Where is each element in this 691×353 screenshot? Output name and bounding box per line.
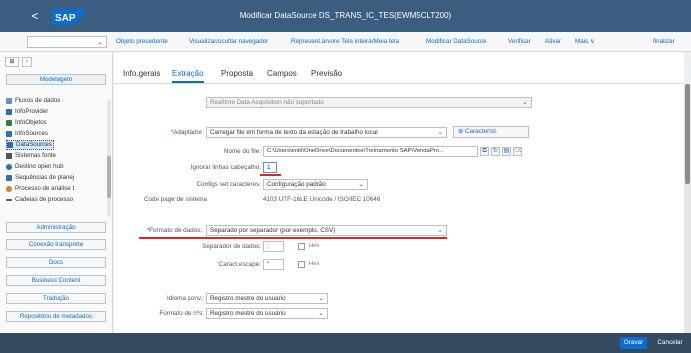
toggle-navigator-button[interactable]: Visualizar/ocultar navegador (189, 38, 268, 45)
chevron-down-icon: ⌄ (97, 39, 103, 46)
annotation-underline (260, 174, 281, 176)
separator-input[interactable]: ; (263, 241, 284, 252)
check-button[interactable]: Verificar (508, 38, 531, 45)
infoprovider-icon (6, 109, 12, 115)
infoobject-icon (6, 120, 12, 126)
nav-item-datasources[interactable]: DataSources (6, 140, 54, 150)
realtime-select[interactable]: Realtime Data Acquisition não suportado … (206, 97, 532, 108)
infosource-icon (6, 131, 12, 137)
dataflow-icon (6, 98, 12, 104)
format-select[interactable]: Separado por separador (por exemplo, CSV… (206, 225, 447, 236)
analysis-icon (6, 186, 12, 192)
save-button[interactable]: Gravar (620, 337, 647, 349)
filename-actions: ⧉ ↻ ▤ ⌫ (480, 147, 530, 156)
folder-icon[interactable]: ▤ (502, 147, 511, 156)
number-format-label: Formato de nºs: (159, 310, 204, 317)
codepage-value: 4103 UTF-16LE Unicode / ISO/IEC 10646 (263, 196, 381, 203)
separator-label: Separador de dados: (202, 243, 261, 250)
language-label: Idioma conv.: (167, 295, 204, 302)
main-content: Info.gerais Extração Proposta Campos Pre… (114, 52, 684, 333)
more-menu[interactable]: Mais ∨ (575, 38, 595, 45)
chevron-down-icon: ⌄ (318, 295, 324, 302)
adapter-label: *Adaptador: (170, 129, 204, 136)
ignore-header-label: Ignorar linhas cabeçalho: (190, 164, 261, 171)
escape-label: Caract.escape: (218, 261, 261, 268)
window-title: Modificar DataSource DS_TRANS_IC_TES(EWM… (239, 11, 452, 20)
codepage-label: Code page de sistema (144, 196, 208, 203)
tree-fullscreen-button[interactable]: Represent.árvore Tela inteira/Meia tela (291, 38, 399, 45)
nav-translation-button[interactable]: Tradução (6, 293, 106, 304)
chevron-down-icon: ⌄ (318, 310, 324, 317)
nav-transport-button[interactable]: Conexão transporte (6, 239, 106, 250)
previous-object-button[interactable]: Objeto precedente (116, 38, 168, 45)
tab-bar: Info.gerais Extração Proposta Campos Pre… (114, 52, 684, 84)
shell-header: < SAP Modificar DataSource DS_TRANS_IC_T… (0, 0, 691, 32)
nav-metadata-repository-button[interactable]: Repositório de metadados (6, 311, 106, 322)
format-label: *Formato de dados: (146, 227, 202, 234)
processchain-icon (6, 199, 12, 201)
nav-item-infosources[interactable]: InfoSources (6, 129, 48, 139)
modify-datasource-button[interactable]: Modificar DataSource (426, 38, 487, 45)
escape-input[interactable]: " (263, 259, 284, 270)
separator-hex-label: Hex (309, 243, 320, 249)
openhub-icon (6, 164, 12, 170)
tab-proposal[interactable]: Proposta (221, 69, 253, 78)
filename-label: Nome do file: (223, 148, 261, 155)
tab-fields[interactable]: Campos (267, 69, 297, 78)
tab-extraction[interactable]: Extração (172, 69, 204, 83)
escape-hex-checkbox[interactable] (298, 261, 305, 268)
characteristics-button[interactable]: ⊕ Característ. (453, 126, 529, 138)
copy-icon[interactable]: ⧉ (480, 147, 489, 156)
nav-modeling-header[interactable]: Modelagem (6, 74, 106, 85)
adapter-select[interactable]: Carregar file em forma de texto da estaç… (206, 127, 447, 138)
cancel-button[interactable]: Cancelar (653, 337, 687, 349)
number-format-select[interactable]: Registro mestre do usuário ⌄ (206, 308, 328, 319)
glasses-icon: ⊕ (458, 128, 466, 135)
nav-business-content-button[interactable]: Business Content (6, 275, 106, 286)
escape-hex-label: Hex (309, 261, 320, 267)
nav-item-planning-sequences[interactable]: Sequências de planej (6, 173, 74, 183)
datasource-icon (7, 142, 13, 148)
chevron-down-icon: ⌄ (437, 129, 443, 136)
main-scrollbar-thumb[interactable] (685, 84, 690, 184)
nav-scrollbar[interactable] (107, 100, 111, 216)
nav-item-process-chains[interactable]: Cadeias de processo (6, 195, 73, 205)
sequence-icon (6, 175, 12, 181)
nav-tree: Fluxos de dados InfoProvider InfoObjetos… (6, 96, 106, 216)
nav-docs-button[interactable]: Docs (6, 257, 106, 268)
separator-hex-checkbox[interactable] (298, 243, 305, 250)
sourcesystem-icon (6, 153, 12, 159)
chevron-down-icon: ⌄ (437, 227, 443, 234)
main-scrollbar[interactable] (684, 84, 691, 333)
nav-scrollbar-thumb[interactable] (107, 156, 111, 198)
nav-collapse-icon[interactable]: ▫ (22, 57, 32, 67)
nav-administration-button[interactable]: Administração (6, 222, 106, 233)
navigator-panel: ⊞ ▫ Modelagem Fluxos de dados InfoProvid… (0, 52, 113, 353)
nav-item-infoobjects[interactable]: InfoObjetos (6, 118, 47, 128)
nav-item-analysis-process[interactable]: Processo de análise t (6, 184, 74, 194)
delete-icon[interactable]: ⌫ (513, 147, 522, 156)
charset-select[interactable]: Configuração padrão ⌄ (263, 179, 368, 190)
toolbar-command-field[interactable]: ⌄ (27, 36, 107, 48)
tab-preview[interactable]: Previsão (311, 69, 342, 78)
toolbar: ⌄ Objeto precedente Visualizar/ocultar n… (0, 32, 691, 52)
language-select[interactable]: Registro mestre do usuário ⌄ (206, 293, 328, 304)
nav-item-open-hub[interactable]: Destino open hub (6, 162, 64, 172)
annotation-underline (139, 237, 447, 239)
chevron-down-icon: ⌄ (522, 99, 528, 106)
tab-general-info[interactable]: Info.gerais (123, 69, 160, 78)
nav-item-dataflows[interactable]: Fluxos de dados (6, 96, 60, 106)
filename-input[interactable]: C:\Users\enkl\OneDrive\Documentos\Treina… (263, 146, 478, 157)
refresh-icon[interactable]: ↻ (491, 147, 500, 156)
chevron-down-icon: ⌄ (358, 181, 364, 188)
charset-label: Configs set caracteres: (196, 181, 261, 188)
ignore-header-input[interactable]: 1 (263, 162, 277, 173)
nav-item-infoprovider[interactable]: InfoProvider (6, 107, 48, 117)
activate-button[interactable]: Ativar (545, 38, 561, 45)
nav-layout-icon[interactable]: ⊞ (5, 57, 19, 67)
footer-bar: Gravar Cancelar (0, 333, 691, 353)
exit-button[interactable]: finalizar (653, 38, 675, 45)
nav-item-source-systems[interactable]: Sistemas fonte (6, 151, 56, 161)
